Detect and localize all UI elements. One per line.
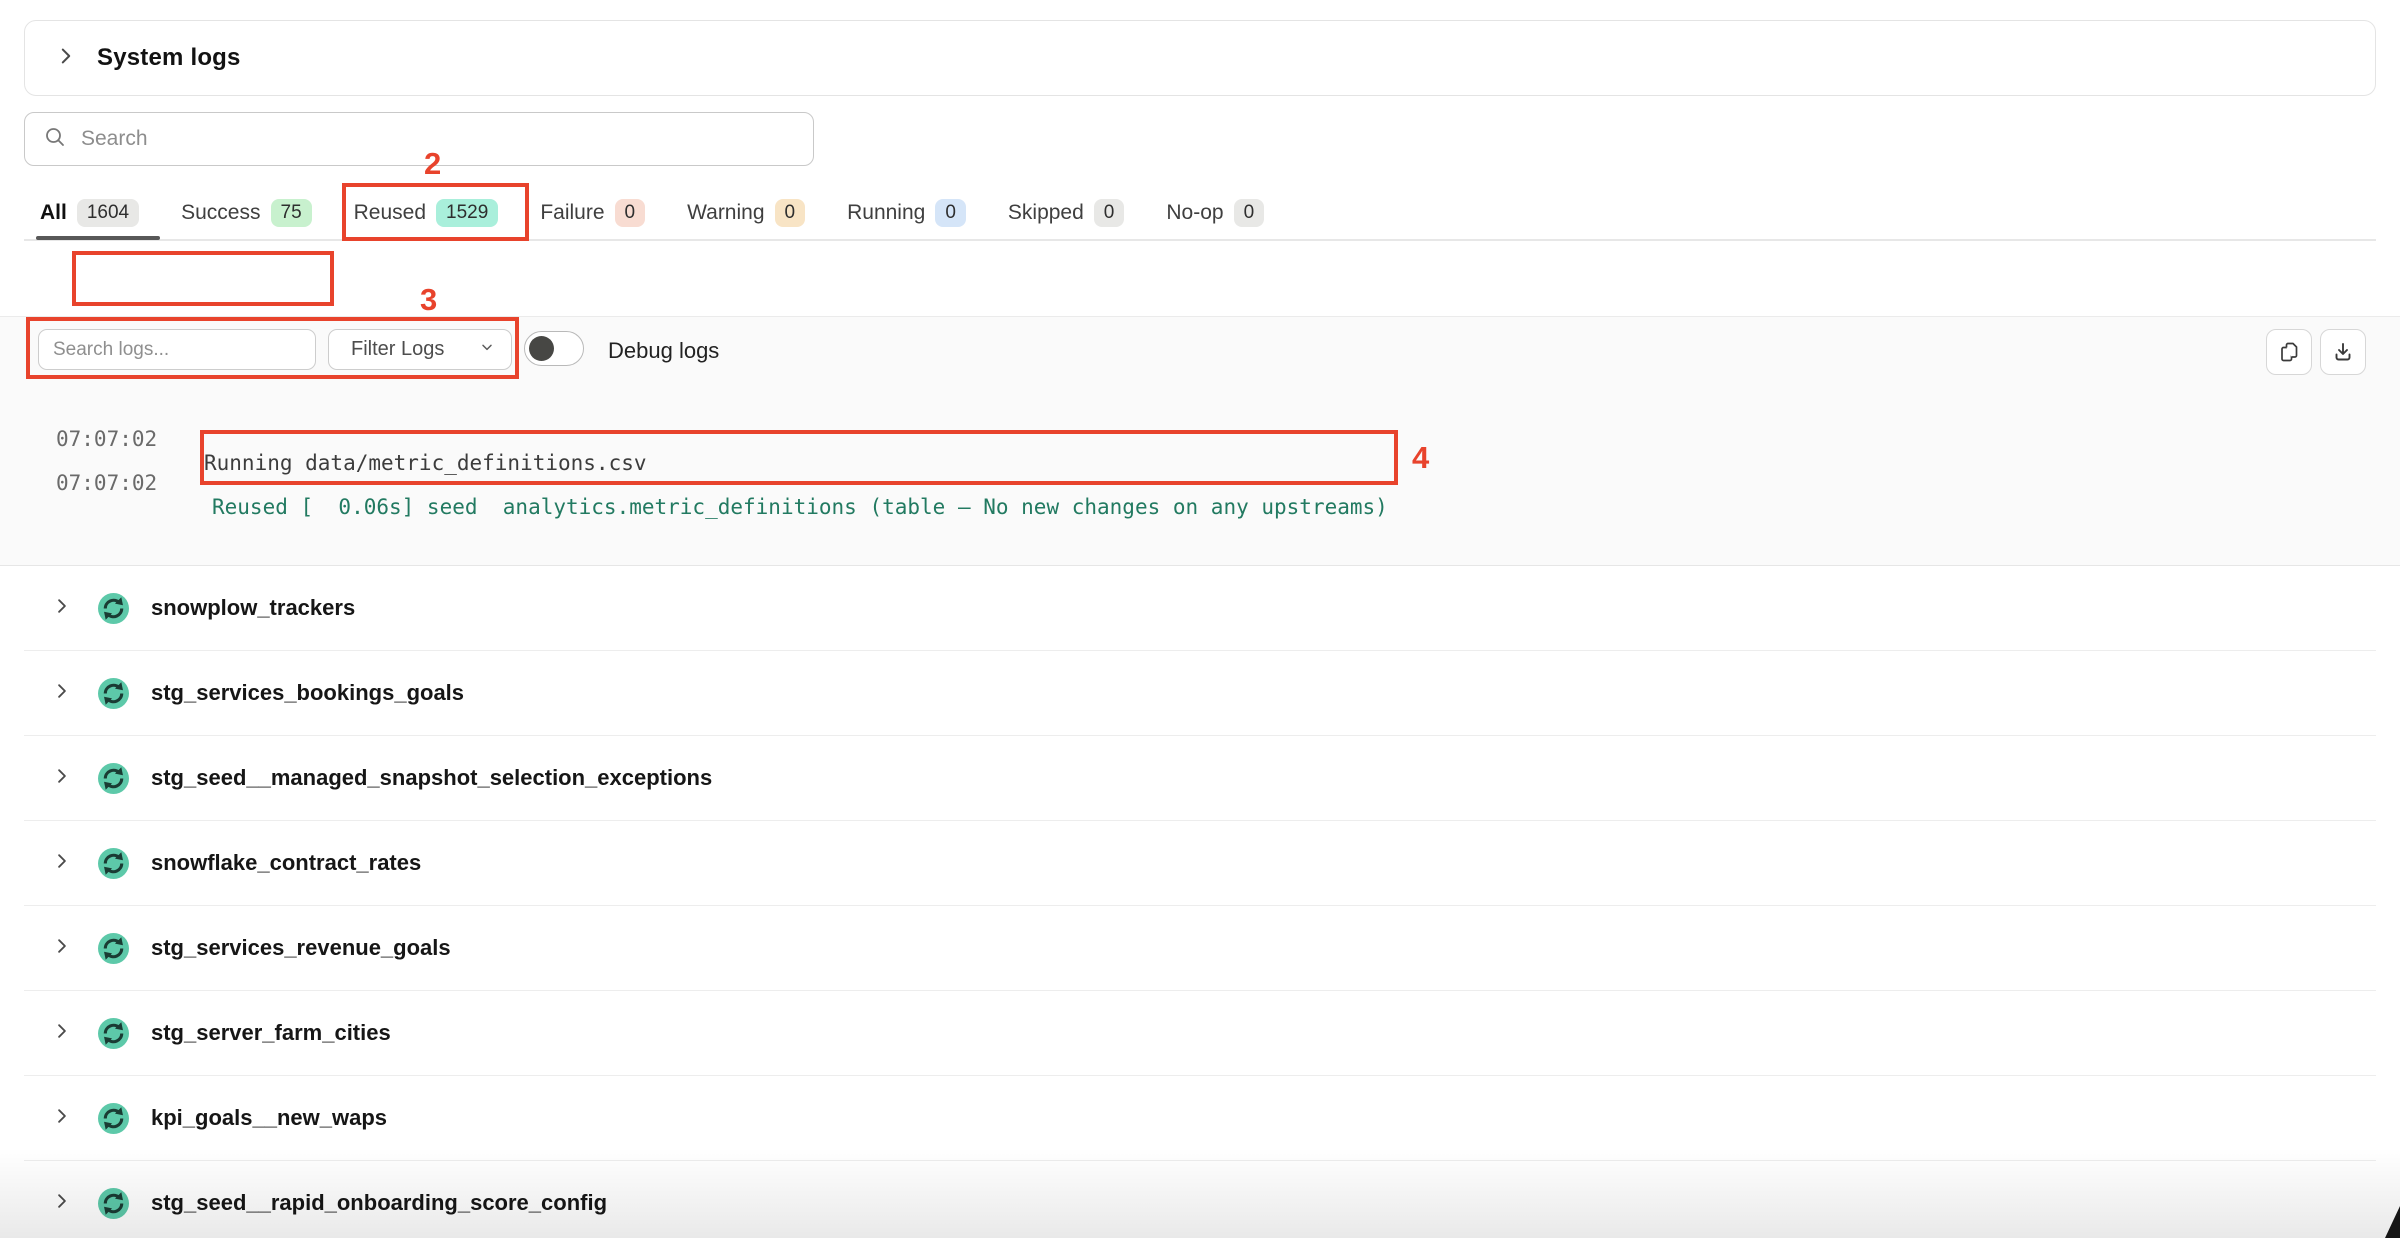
reused-status-icon	[98, 593, 129, 624]
tab-count-badge: 0	[615, 199, 646, 228]
system-logs-header[interactable]: System logs	[24, 20, 2376, 96]
tab-count-badge: 75	[271, 199, 312, 228]
toggle-knob	[529, 336, 554, 361]
tab[interactable]: No-op 0	[1166, 199, 1264, 228]
tab[interactable]: Skipped 0	[1008, 199, 1124, 228]
log-timestamp: 07:07:02	[56, 471, 157, 495]
list-item[interactable]: stg_server_farm_cities	[24, 991, 2376, 1076]
tab-label: Reused	[354, 201, 426, 225]
list-item[interactable]: stg_seed__rapid_onboarding_score_config	[24, 1161, 2376, 1238]
list-item-name: kpi_goals__new_waps	[151, 1105, 387, 1131]
debug-logs-toggle[interactable]	[524, 331, 584, 366]
expanded-item-row[interactable]: 1 metric_definitions	[0, 246, 2400, 312]
tab-count-badge: 1604	[77, 199, 139, 228]
download-logs-button[interactable]	[2320, 329, 2366, 375]
chevron-right-icon[interactable]	[52, 1191, 72, 1216]
list-item-name: stg_seed__managed_snapshot_selection_exc…	[151, 765, 712, 791]
filter-logs-label: Filter Logs	[351, 338, 444, 361]
reused-status-icon	[98, 678, 129, 709]
list-item[interactable]: stg_seed__managed_snapshot_selection_exc…	[24, 736, 2376, 821]
search-container	[24, 112, 814, 166]
debug-logs-label: Debug logs	[608, 338, 719, 364]
chevron-right-icon[interactable]	[52, 1106, 72, 1131]
tab-label: Success	[181, 201, 260, 225]
annotation-label-3: 3	[420, 282, 437, 318]
screen-corner	[2385, 1206, 2400, 1238]
tab[interactable]: Reused 1529	[354, 199, 499, 228]
reused-status-icon	[98, 1103, 129, 1134]
tab-label: Failure	[540, 201, 604, 225]
tab-count-badge: 0	[775, 199, 806, 228]
reused-status-icon	[98, 763, 129, 794]
copy-logs-button[interactable]	[2266, 329, 2312, 375]
tab[interactable]: All 1604	[40, 199, 139, 228]
list-item-name: snowplow_trackers	[151, 595, 355, 621]
page-title: System logs	[97, 44, 241, 72]
chevron-right-icon[interactable]	[52, 1021, 72, 1046]
tabs-divider	[24, 239, 2376, 241]
chevron-right-icon[interactable]	[52, 766, 72, 791]
tab-label: All	[40, 201, 67, 225]
chevron-right-icon[interactable]	[55, 45, 77, 72]
search-input[interactable]	[79, 126, 813, 152]
list-item-name: snowflake_contract_rates	[151, 850, 421, 876]
reused-status-icon	[98, 1188, 129, 1219]
filter-logs-dropdown[interactable]: Filter Logs	[328, 329, 512, 370]
system-logs-page: System logs All 1604 Success 75 Reused 1…	[0, 0, 2400, 1238]
active-tab-underline	[36, 236, 160, 240]
list-item[interactable]: stg_services_bookings_goals	[24, 651, 2376, 736]
log-message: Reused [ 0.06s] seed analytics.metric_de…	[212, 495, 1388, 519]
chevron-right-icon[interactable]	[52, 936, 72, 961]
log-line: 07:07:02 Reused [ 0.06s] seed analytics.…	[0, 447, 2400, 543]
tab-count-badge: 0	[1234, 199, 1265, 228]
list-item-name: stg_services_revenue_goals	[151, 935, 451, 961]
tab[interactable]: Failure 0	[540, 199, 645, 228]
tab[interactable]: Warning 0	[687, 199, 805, 228]
list-item-name: stg_seed__rapid_onboarding_score_config	[151, 1190, 607, 1216]
list-item[interactable]: stg_services_revenue_goals	[24, 906, 2376, 991]
tab-count-badge: 1529	[436, 199, 498, 228]
chevron-down-icon	[479, 339, 495, 360]
list-item[interactable]: snowflake_contract_rates	[24, 821, 2376, 906]
list-item-name: stg_server_farm_cities	[151, 1020, 391, 1046]
tab-count-badge: 0	[1094, 199, 1125, 228]
annotation-label-4: 4	[1412, 440, 1429, 476]
list-item-name: stg_services_bookings_goals	[151, 680, 464, 706]
log-search-input[interactable]	[38, 329, 316, 370]
search-icon	[43, 125, 67, 154]
chevron-right-icon[interactable]	[52, 851, 72, 876]
tab-label: Warning	[687, 201, 764, 225]
tab-label: Skipped	[1008, 201, 1084, 225]
chevron-right-icon[interactable]	[52, 681, 72, 706]
tab[interactable]: Success 75	[181, 199, 312, 228]
reused-status-icon	[98, 933, 129, 964]
list-item[interactable]: kpi_goals__new_waps	[24, 1076, 2376, 1161]
reused-status-icon	[98, 1018, 129, 1049]
annotation-label-2: 2	[424, 146, 441, 182]
reused-status-icon	[98, 848, 129, 879]
status-tabs: All 1604 Success 75 Reused 1529 Failure …	[40, 190, 1264, 236]
tab-label: No-op	[1166, 201, 1223, 225]
list-item[interactable]: snowplow_trackers	[24, 566, 2376, 651]
chevron-right-icon[interactable]	[52, 596, 72, 621]
tab-label: Running	[847, 201, 925, 225]
tab-count-badge: 0	[935, 199, 966, 228]
tab[interactable]: Running 0	[847, 199, 966, 228]
